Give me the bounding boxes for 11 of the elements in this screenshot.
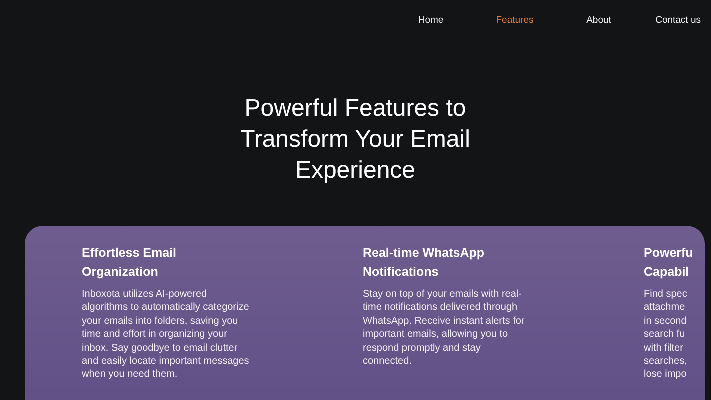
nav-link[interactable]: Features <box>473 15 557 41</box>
nav-link[interactable]: Contact us <box>641 15 701 41</box>
feature-description: Find spec attachme in second search fu with filter searches, lose impo <box>644 288 688 382</box>
nav-link[interactable]: About <box>557 15 641 41</box>
feature-description: Stay on top of your emails with real-time notifications delivered through WhatsApp. Receive instant alerts for important emails, allowing you to respond promptly and stay connected. <box>363 288 526 368</box>
nav-link[interactable]: Home <box>389 15 473 41</box>
feature-title: Powerfu Capabil <box>644 245 694 281</box>
feature-title: Real-time WhatsApp Notifications <box>363 245 486 281</box>
feature-description: Inboxota utilizes AI-powered algorithms to automatically categorize your emails into folders, saving you time and effort in organizing your inbox. Say goodbye to email clutter and easily locate important messages when you need them. <box>82 288 250 382</box>
feature-title: Effortless Email Organization <box>82 245 178 281</box>
page-heading: Powerful Features to Transform Your Email Experience <box>240 94 472 186</box>
